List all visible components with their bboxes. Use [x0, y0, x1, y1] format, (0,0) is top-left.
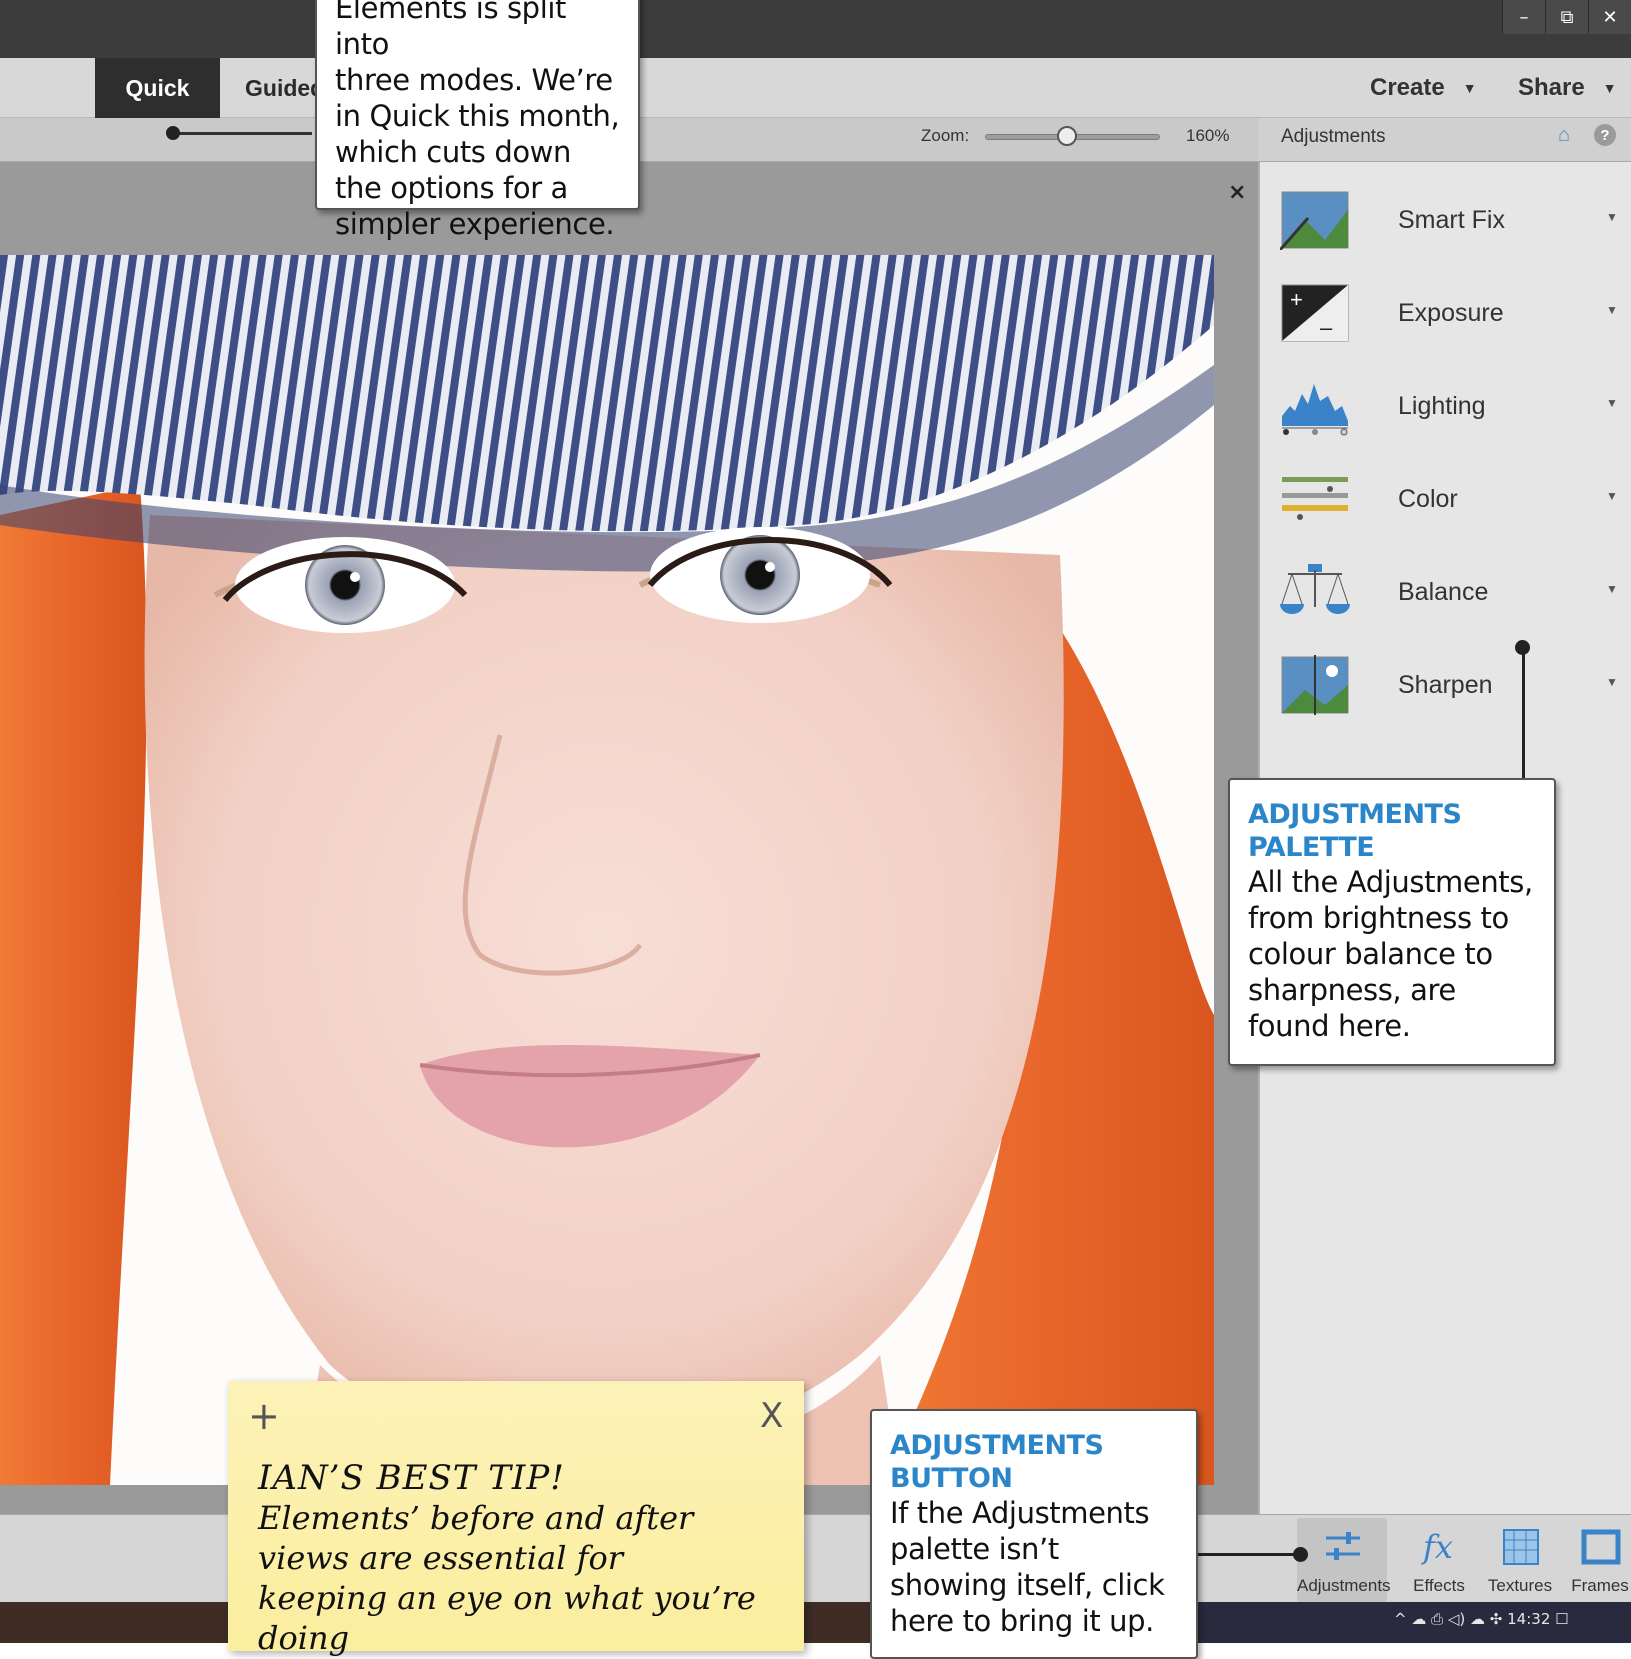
portrait-illustration — [0, 255, 1214, 1485]
sticky-note-title: IAN’S BEST TIP! — [258, 1458, 565, 1498]
add-note-icon[interactable]: + — [248, 1394, 280, 1438]
callout-adjustments-button: ADJUSTMENTS BUTTON If the Adjustments pa… — [870, 1409, 1198, 1659]
sharpen-icon — [1280, 655, 1350, 715]
adjustment-label: Balance — [1398, 578, 1489, 606]
textures-icon — [1500, 1526, 1542, 1568]
adjustment-smart-fix[interactable]: Smart Fix ▼ — [1258, 178, 1631, 271]
callout-line: which cuts down — [335, 135, 571, 169]
adjustment-balance[interactable]: Balance ▼ — [1258, 550, 1631, 643]
adjustment-color[interactable]: Color ▼ — [1258, 457, 1631, 550]
color-icon — [1280, 469, 1350, 529]
tab-guided[interactable]: Guided — [220, 58, 330, 118]
adjustment-label: Sharpen — [1398, 671, 1493, 699]
button-label: Effects — [1413, 1576, 1465, 1595]
callout-line: the options for a — [335, 171, 568, 205]
svg-text:+: + — [1290, 287, 1303, 312]
help-icon[interactable]: ? — [1594, 124, 1616, 146]
create-button[interactable]: Create ▼ — [1370, 58, 1477, 118]
adjustment-label: Lighting — [1398, 392, 1486, 420]
window-controls: – ⧉ ✕ — [1502, 0, 1631, 34]
adjustment-label: Smart Fix — [1398, 206, 1505, 234]
adjustment-label: Color — [1398, 485, 1458, 513]
share-label: Share — [1518, 74, 1585, 101]
restore-button[interactable]: ⧉ — [1545, 0, 1588, 34]
close-window-button[interactable]: ✕ — [1588, 0, 1631, 34]
close-document-icon[interactable]: × — [1228, 180, 1246, 205]
effects-button[interactable]: fx Effects — [1394, 1518, 1484, 1602]
collapse-panel-icon[interactable]: ⌂ — [1558, 124, 1570, 147]
tool-size-slider-track[interactable] — [172, 132, 312, 135]
chevron-down-icon: ▼ — [1606, 303, 1618, 317]
tool-size-slider-thumb[interactable] — [166, 126, 180, 140]
callout-line: three modes. We’re — [335, 63, 613, 97]
zoom-label: Zoom: — [921, 126, 970, 145]
mode-bar: Quick Guided Create ▼ Share ▼ — [0, 58, 1631, 118]
frames-button[interactable]: Frames — [1555, 1518, 1631, 1602]
fx-icon: fx — [1419, 1526, 1461, 1568]
tray-icons[interactable]: ^ ☁ ⎙ ◁) ☁ ✣ — [1394, 1610, 1507, 1628]
callout-line: simpler experience. — [335, 207, 615, 241]
button-label: Adjustments — [1297, 1576, 1391, 1595]
callout-line: in Quick this month, — [335, 99, 620, 133]
callout-line: Elements is split into — [335, 0, 566, 61]
system-tray: ^ ☁ ⎙ ◁) ☁ ✣ 14:32 ☐ — [1394, 1610, 1569, 1628]
create-label: Create — [1370, 74, 1445, 101]
chevron-down-icon: ▼ — [1602, 80, 1617, 96]
chevron-down-icon: ▼ — [1462, 80, 1477, 96]
chevron-down-icon: ▼ — [1606, 210, 1618, 224]
callout-title: PALETTE — [1248, 832, 1375, 863]
close-note-icon[interactable]: X — [760, 1396, 783, 1436]
callout-leader-dot — [1293, 1547, 1308, 1562]
exposure-icon: + – — [1280, 283, 1350, 343]
callout-leader-line — [1522, 646, 1525, 780]
svg-text:fx: fx — [1421, 1528, 1453, 1566]
adjustments-icon — [1322, 1526, 1364, 1568]
chevron-down-icon: ▼ — [1606, 396, 1618, 410]
callout-body: If the Adjustments palette isn’t showing… — [890, 1496, 1165, 1638]
adjustment-sharpen[interactable]: Sharpen ▼ — [1258, 643, 1631, 736]
callout-leader-dot — [1515, 640, 1530, 655]
tab-quick[interactable]: Quick — [95, 58, 220, 118]
sticky-note-body: Elements’ before and after views are ess… — [258, 1499, 756, 1657]
panel-title: Adjustments — [1281, 126, 1386, 147]
callout-leader-line — [1198, 1553, 1301, 1556]
title-bar — [0, 0, 1631, 58]
adjustment-label: Exposure — [1398, 299, 1504, 327]
chevron-down-icon: ▼ — [1606, 489, 1618, 503]
smart-fix-icon — [1278, 190, 1350, 251]
callout-title: BUTTON — [890, 1463, 1013, 1494]
callout-body: All the Adjustments, from brightness to … — [1248, 865, 1533, 1043]
textures-button[interactable]: Textures — [1475, 1518, 1565, 1602]
adjustments-button[interactable]: Adjustments — [1297, 1518, 1391, 1602]
chevron-down-icon: ▼ — [1606, 582, 1618, 596]
minimize-button[interactable]: – — [1502, 0, 1545, 34]
callout-adjustments-palette: ADJUSTMENTS PALETTE All the Adjustments,… — [1228, 778, 1556, 1066]
zoom-value: 160% — [1186, 126, 1230, 145]
clock: 14:32 — [1507, 1610, 1551, 1628]
portrait-photo — [0, 255, 1214, 1485]
button-label: Frames — [1571, 1576, 1629, 1595]
callout-modes: Elements is split into three modes. We’r… — [315, 0, 640, 241]
frames-icon — [1580, 1526, 1622, 1568]
svg-text:–: – — [1320, 315, 1333, 340]
adjustment-exposure[interactable]: + – Exposure ▼ — [1258, 271, 1631, 364]
chevron-down-icon: ▼ — [1606, 675, 1618, 689]
button-label: Textures — [1487, 1576, 1553, 1595]
balance-icon — [1280, 562, 1350, 622]
share-button[interactable]: Share ▼ — [1518, 58, 1617, 118]
callout-title: ADJUSTMENTS — [1248, 799, 1462, 830]
notification-icon[interactable]: ☐ — [1555, 1610, 1568, 1628]
adjustment-lighting[interactable]: Lighting ▼ — [1258, 364, 1631, 457]
callout-title: ADJUSTMENTS — [890, 1430, 1104, 1461]
lighting-icon — [1280, 376, 1350, 436]
